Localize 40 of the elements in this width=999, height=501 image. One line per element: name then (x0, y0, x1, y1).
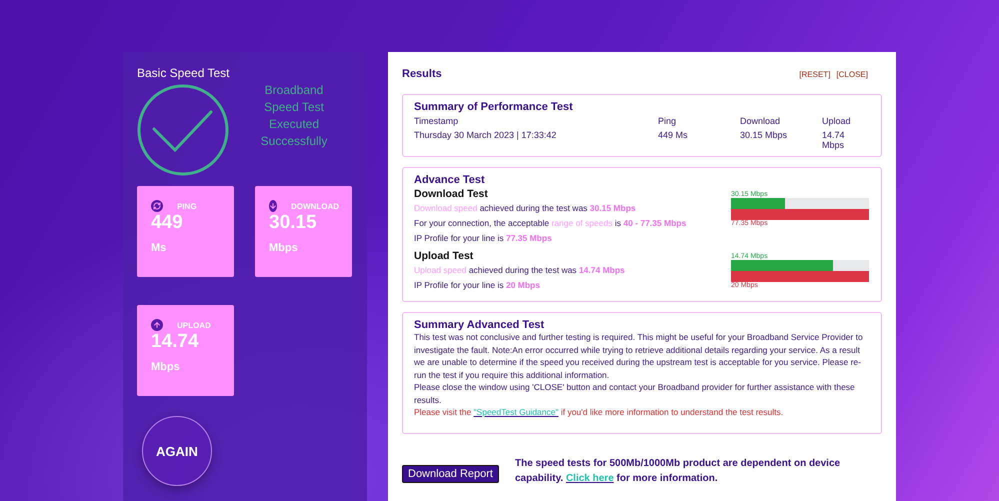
info-note: The speed tests for 500Mb/1000Mb product are dependent on device capability. Click here for more information. (515, 456, 842, 486)
card-title: Advance Test (414, 174, 486, 186)
result-sentence: IP Profile for your line is 77.35 Mbps (414, 233, 553, 243)
metric-label: PING (177, 202, 197, 210)
metric-unit: Mbps (269, 242, 299, 254)
metric-label: UPLOAD (177, 320, 211, 330)
result-sentence: For your connection, the acceptable range of speeds is 40 - 77.35 Mbps (414, 218, 686, 228)
result-sentence: Upload speed achieved during the test was 14.74 Mbps (414, 265, 625, 275)
result-sentence: IP Profile for your line is 20 Mbps (414, 280, 541, 290)
download-report-button[interactable]: Download Report (402, 464, 499, 482)
status-text: Broadband Speed Test Executed Successfully (260, 82, 328, 150)
again-button[interactable]: AGAIN (142, 416, 212, 486)
test-title: Download Test (414, 188, 489, 200)
column-label: Timestamp (414, 116, 460, 126)
metric-value: 30.15 (269, 212, 318, 234)
test-title: Upload Test (414, 250, 474, 262)
summary-value: 30.15 Mbps (740, 130, 788, 142)
card-title: Summary of Performance Test (414, 101, 574, 113)
metric-value: 14.74 (151, 331, 200, 353)
results-title: Results (402, 68, 442, 80)
action-link[interactable]: [RESET] (799, 70, 830, 78)
summary-value: 449 Ms (658, 130, 689, 142)
summary-paragraph: Please close the window using 'CLOSE' button and contact your Broadband provider for further assistance with these results. (414, 381, 856, 406)
metric-label: DOWNLOAD (291, 202, 339, 210)
summary-paragraph: Please visit the "SpeedTest Guidance" if you'd like more information to understand the test results. (414, 406, 784, 418)
metric-unit: Mbps (151, 361, 181, 373)
card-title: Summary Advanced Test (414, 319, 546, 331)
column-label: Download (740, 116, 782, 126)
refresh-icon (151, 200, 163, 212)
check-circle-icon (137, 84, 229, 176)
summary-value: 14.74 Mbps (822, 130, 846, 150)
panel-title: Basic Speed Test (137, 66, 231, 80)
action-link[interactable]: [CLOSE] (836, 70, 868, 78)
metric-value: 449 (151, 212, 184, 234)
summary-value: Thursday 30 March 2023 | 17:33:42 (414, 130, 558, 142)
column-label: Ping (658, 116, 678, 126)
metric-unit: Ms (151, 242, 168, 254)
column-label: Upload (822, 116, 852, 126)
result-sentence: Download speed achieved during the test was 30.15 Mbps (414, 203, 637, 213)
summary-paragraph: This test was not conclusive and further testing is required. This might be useful for your Broadband Service Provider to investigate the fault. Note:An error occurred while trying to retrieve additional details regarding your service. As a result we are unable to determine if the speed you received during the upstream test is acceptable for you service. Please re-run the test if you require this additional information. (414, 331, 864, 381)
